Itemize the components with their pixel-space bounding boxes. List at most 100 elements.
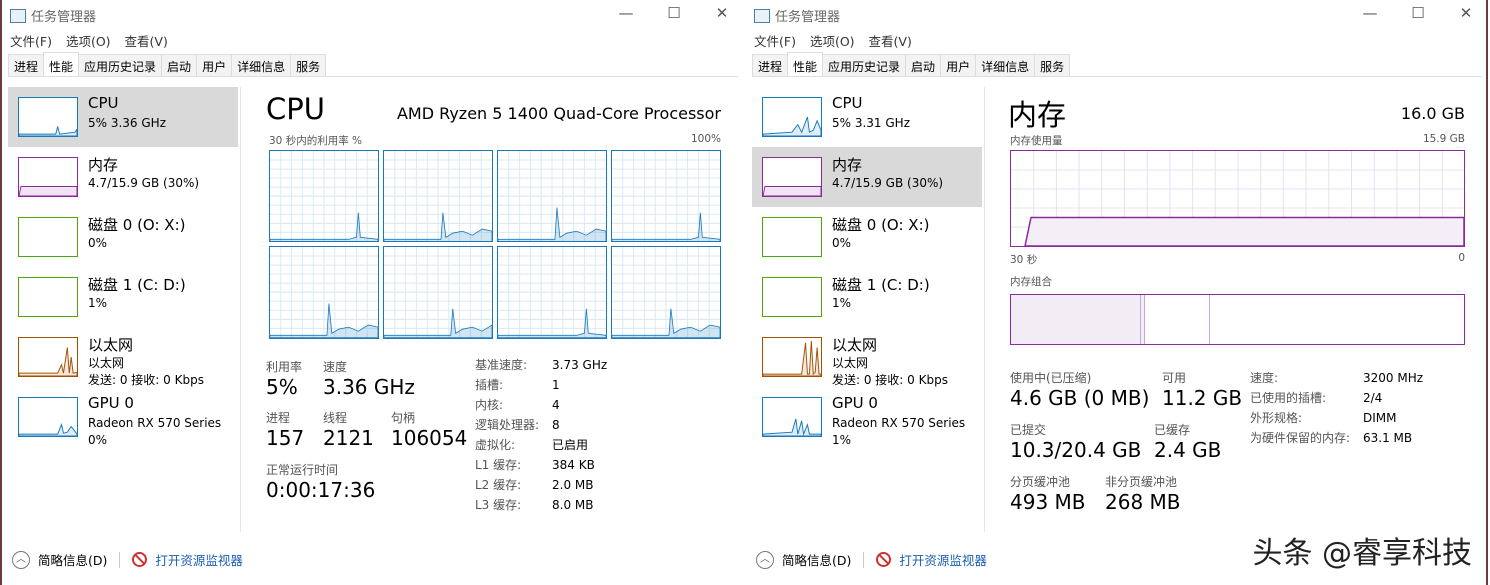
tab-5[interactable]: 详细信息 (231, 54, 291, 76)
sidebar-thumbnail-graph (18, 337, 78, 377)
sidebar-item-name: 磁盘 0 (O: X:) (832, 214, 929, 235)
tab-5[interactable]: 详细信息 (975, 54, 1035, 76)
sidebar-item[interactable]: GPU 0Radeon RX 570 Series0% (8, 387, 238, 447)
detail-row: L2 缓存:2.0 MB (475, 475, 607, 495)
sidebar-item[interactable]: 磁盘 1 (C: D:)1% (8, 267, 238, 327)
detail-label: L3 缓存: (475, 495, 552, 515)
cpu-model: AMD Ryzen 5 1400 Quad-Core Processor (397, 104, 721, 123)
sidebar-item[interactable]: CPU 5% 3.31 GHz (752, 87, 982, 147)
sidebar-item[interactable]: 磁盘 0 (O: X:)0% (8, 207, 238, 267)
close-button[interactable]: ✕ (1456, 4, 1476, 22)
graph-max: 100% (691, 133, 721, 145)
minimize-button[interactable]: — (616, 4, 636, 22)
sidebar-item-name: CPU (832, 94, 863, 112)
tab-6[interactable]: 服务 (1034, 54, 1070, 76)
tab-4[interactable]: 用户 (196, 54, 232, 76)
detail-label: 逻辑处理器: (475, 415, 552, 435)
tab-1[interactable]: 性能 (43, 52, 79, 76)
tab-3[interactable]: 启动 (161, 54, 197, 76)
menu-item[interactable]: 文件(F) (754, 31, 796, 50)
cpu-core-graph (269, 150, 379, 242)
sidebar-item-sub1: 以太网 (832, 355, 948, 372)
open-resource-monitor-link[interactable]: 打开资源监视器 (899, 550, 987, 569)
sidebar-thumbnail-graph (762, 157, 822, 197)
tab-1[interactable]: 性能 (787, 52, 823, 76)
sidebar-item-name: 磁盘 1 (C: D:) (88, 274, 186, 295)
sidebar-thumbnail-graph (18, 217, 78, 257)
sidebar-item-sub1: 4.7/15.9 GB (30%) (832, 175, 943, 192)
menu-item[interactable]: 查看(V) (869, 31, 912, 50)
close-button[interactable]: ✕ (712, 4, 732, 22)
chevron-up-icon[interactable]: ︿ (12, 551, 30, 569)
sidebar-item-name: 磁盘 1 (C: D:) (832, 274, 930, 295)
sidebar-item-detail: 以太网发送: 0 接收: 0 Kbps (832, 355, 948, 389)
menu-bar: 文件(F) 选项(O) 查看(V) (10, 31, 168, 50)
tab-2[interactable]: 应用历史记录 (78, 54, 162, 76)
resource-monitor-icon (132, 552, 147, 567)
menu-item[interactable]: 文件(F) (10, 31, 52, 50)
detail-value: 2.0 MB (552, 478, 593, 492)
tab-4[interactable]: 用户 (940, 54, 976, 76)
detail-value: 3200 MHz (1363, 371, 1423, 385)
detail-value: 63.1 MB (1363, 431, 1412, 445)
tab-6[interactable]: 服务 (290, 54, 326, 76)
sidebar-item[interactable]: CPU5% 3.36 GHz (8, 87, 238, 147)
detail-row: 内核:4 (475, 395, 607, 415)
sidebar-item-detail: 以太网发送: 0 接收: 0 Kbps (88, 355, 204, 389)
chevron-up-icon[interactable]: ︿ (756, 551, 774, 569)
detail-label: L2 缓存: (475, 475, 552, 495)
free-segment (1210, 295, 1464, 344)
x-right-label: 0 (1458, 252, 1465, 264)
sidebar-thumbnail-graph (18, 97, 78, 137)
sidebar-item-detail: 1% (832, 295, 851, 312)
sidebar-item-detail: 4.7/15.9 GB (30%) (832, 175, 943, 192)
detail-row: 为硬件保留的内存:63.1 MB (1250, 428, 1423, 448)
detail-label: 插槽: (475, 375, 552, 395)
open-resource-monitor-link[interactable]: 打开资源监视器 (155, 550, 243, 569)
sidebar-item[interactable]: 以太网以太网发送: 0 接收: 0 Kbps (8, 327, 238, 387)
detail-row: 已使用的插槽:2/4 (1250, 388, 1423, 408)
sidebar-item-sub1: 5% 3.31 GHz (832, 115, 910, 132)
footer: ︿ 简略信息(D) 打开资源监视器 (12, 550, 243, 569)
fewer-details-button[interactable]: 简略信息(D) (782, 550, 851, 569)
menu-item[interactable]: 选项(O) (66, 31, 111, 50)
sidebar-item-name: 以太网 (832, 334, 877, 355)
task-manager-window-cpu: 任务管理器 —☐✕ 文件(F)选项(O)查看(V) 进程性能应用历史记录启动用户… (0, 0, 742, 585)
sidebar-item-detail: 4.7/15.9 GB (30%) (88, 175, 199, 192)
tab-3[interactable]: 启动 (905, 54, 941, 76)
process-value: 157 (266, 426, 304, 450)
handle-label: 句柄 (391, 409, 467, 426)
sidebar-item[interactable]: 内存4.7/15.9 GB (30%) (8, 147, 238, 207)
maximize-button[interactable]: ☐ (664, 4, 684, 22)
detail-label: L1 缓存: (475, 455, 552, 475)
sidebar-item-sub1: 5% 3.36 GHz (88, 115, 166, 132)
committed-value: 10.3/20.4 GB (1010, 438, 1141, 462)
in-use-label: 使用中(已压缩) (1010, 369, 1149, 386)
sidebar-item[interactable]: 内存4.7/15.9 GB (30%) (752, 147, 982, 207)
memory-panel: 内存 16.0 GB 内存使用量 15.9 GB 30 秒 0 内存组合 使用中… (1008, 92, 1465, 134)
sidebar-thumbnail-graph (762, 337, 822, 377)
sidebar-item[interactable]: 以太网以太网发送: 0 接收: 0 Kbps (752, 327, 982, 387)
tab-0[interactable]: 进程 (8, 54, 44, 76)
util-value: 5% (266, 375, 302, 399)
watermark: 头条 @睿享科技 (1252, 528, 1472, 572)
maximize-button[interactable]: ☐ (1408, 4, 1428, 22)
cached-value: 2.4 GB (1154, 438, 1221, 462)
tab-0[interactable]: 进程 (752, 54, 788, 76)
uptime-value: 0:00:17:36 (266, 478, 375, 502)
composition-label: 内存组合 (1010, 274, 1052, 289)
x-left-label: 30 秒 (1010, 252, 1037, 267)
menu-item[interactable]: 选项(O) (810, 31, 855, 50)
cpu-core-graph (383, 246, 493, 338)
menu-bar: 文件(F) 选项(O) 查看(V) (754, 31, 912, 50)
tab-2[interactable]: 应用历史记录 (822, 54, 906, 76)
sidebar-item[interactable]: 磁盘 1 (C: D:)1% (752, 267, 982, 327)
fewer-details-button[interactable]: 简略信息(D) (38, 550, 107, 569)
footer: ︿ 简略信息(D) 打开资源监视器 (756, 550, 987, 569)
sidebar-item[interactable]: 磁盘 0 (O: X:)0% (752, 207, 982, 267)
sidebar-item[interactable]: GPU 0Radeon RX 570 Series1% (752, 387, 982, 447)
cpu-core-graph (497, 246, 607, 338)
minimize-button[interactable]: — (1360, 4, 1380, 22)
detail-value: 4 (552, 398, 560, 412)
menu-item[interactable]: 查看(V) (125, 31, 168, 50)
